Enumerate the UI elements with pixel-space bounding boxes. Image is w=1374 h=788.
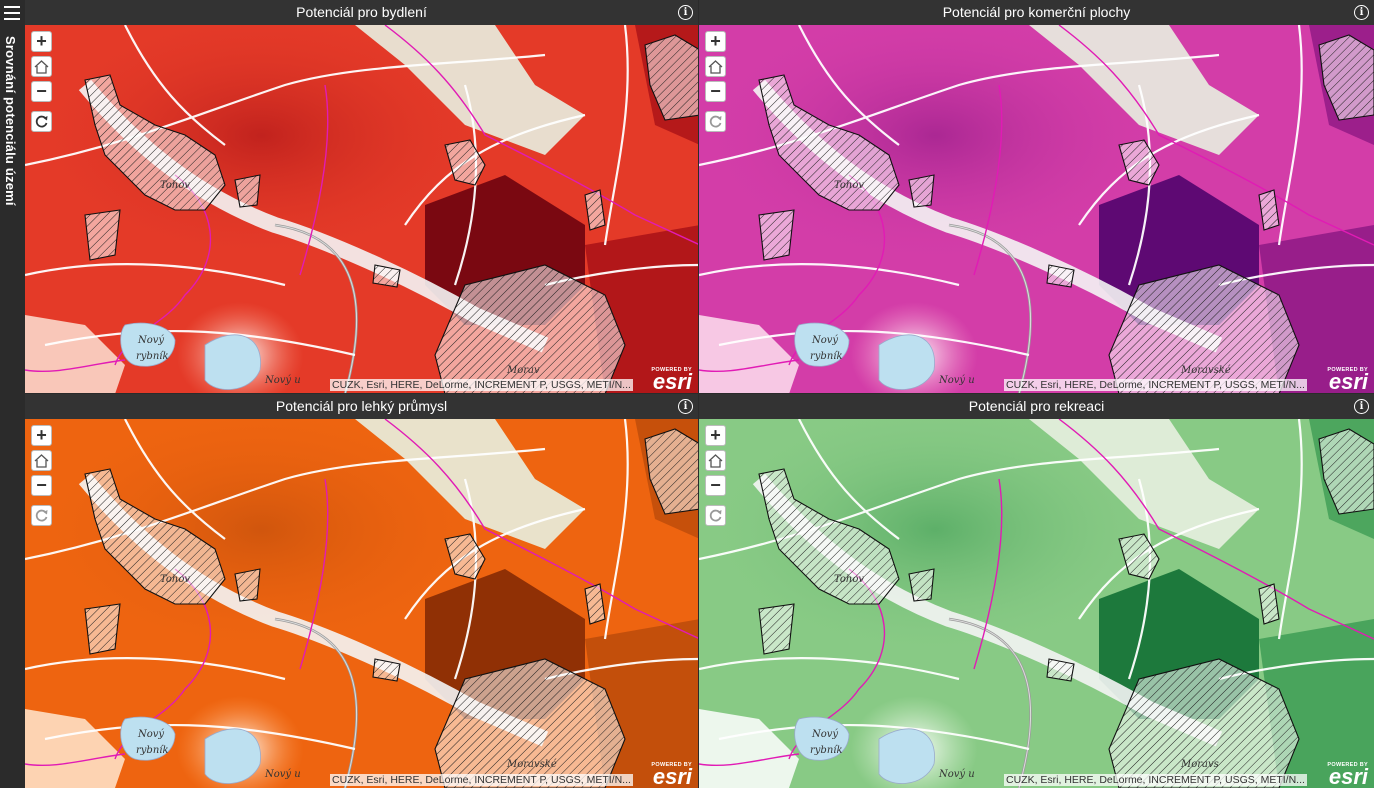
label-tohov: Tohov [834,180,864,191]
hamburger-icon[interactable] [4,6,20,20]
home-icon [708,453,723,468]
map-panel-green[interactable]: Potenciál pro rekreaci i Tohov Nový rybn… [699,394,1374,788]
esri-logo: POWERED BY esri [651,762,692,788]
zoom-out-button[interactable]: − [705,81,726,102]
zoom-in-button[interactable]: + [705,425,726,446]
map-attribution: CUZK, Esri, HERE, DeLorme, INCREMENT P, … [330,774,633,786]
label-tohov: Tohov [160,574,190,585]
zoom-controls: + − [31,425,52,500]
label-pond-1: Nový [811,729,838,740]
esri-logo: POWERED BY esri [1327,762,1368,788]
map-canvas[interactable]: Tohov Nový rybník Nový u Moravské [25,419,698,788]
label-town: Moravs [1180,759,1219,770]
home-button[interactable] [705,56,726,77]
info-icon[interactable]: i [678,399,693,414]
zoom-controls: + − [705,31,726,106]
home-icon [708,59,723,74]
sidebar-title: Srovnání potenciálu území [3,36,18,206]
refresh-icon [35,509,48,522]
home-button[interactable] [31,56,52,77]
refresh-button[interactable] [31,111,52,132]
label-town: Morav [506,365,540,376]
zoom-out-button[interactable]: − [705,475,726,496]
home-button[interactable] [31,450,52,471]
refresh-button[interactable] [705,505,726,526]
map-panel-purple[interactable]: Potenciál pro komerční plochy i Tohov No… [699,0,1374,393]
map-canvas[interactable]: Tohov Nový rybník Nový u Morav [25,25,698,393]
label-pond-2: rybník [136,745,169,756]
label-town: Moravské [506,759,557,770]
label-pond-3: Nový u [938,769,975,780]
info-icon[interactable]: i [678,5,693,20]
panel-title: Potenciál pro lehký průmysl [275,398,448,414]
panel-title: Potenciál pro bydlení [296,4,427,20]
refresh-icon [35,115,48,128]
zoom-in-button[interactable]: + [705,31,726,52]
label-pond-2: rybník [810,745,843,756]
label-town: Moravské [1180,365,1231,376]
label-pond-3: Nový u [264,375,301,386]
home-icon [34,59,49,74]
panel-title: Potenciál pro rekreaci [968,398,1105,414]
label-pond-2: rybník [136,351,169,362]
info-icon[interactable]: i [1354,5,1369,20]
map-panel-orange[interactable]: Potenciál pro lehký průmysl i Tohov Nový… [25,394,698,788]
panel-header: Potenciál pro rekreaci i [699,394,1374,419]
zoom-controls: + − [31,31,52,106]
map-attribution: CUZK, Esri, HERE, DeLorme, INCREMENT P, … [1004,379,1307,391]
refresh-icon [709,115,722,128]
zoom-in-button[interactable]: + [31,425,52,446]
panel-header: Potenciál pro bydlení i [25,0,698,25]
esri-logo: POWERED BY esri [651,367,692,393]
zoom-out-button[interactable]: − [31,81,52,102]
home-button[interactable] [705,450,726,471]
home-icon [34,453,49,468]
label-pond-1: Nový [137,335,164,346]
label-pond-1: Nový [137,729,164,740]
label-pond-3: Nový u [264,769,301,780]
sidebar: Srovnání potenciálu území [0,0,25,788]
label-pond-2: rybník [810,351,843,362]
zoom-controls: + − [705,425,726,500]
refresh-icon [709,509,722,522]
map-canvas[interactable]: Tohov Nový rybník Nový u Moravské [699,25,1374,393]
map-attribution: CUZK, Esri, HERE, DeLorme, INCREMENT P, … [1004,774,1307,786]
info-icon[interactable]: i [1354,399,1369,414]
map-attribution: CUZK, Esri, HERE, DeLorme, INCREMENT P, … [330,379,633,391]
map-panel-red[interactable]: Potenciál pro bydlení i Tohov Nový rybní… [25,0,698,393]
label-tohov: Tohov [834,574,864,585]
zoom-out-button[interactable]: − [31,475,52,496]
esri-logo: POWERED BY esri [1327,367,1368,393]
panel-title: Potenciál pro komerční plochy [942,4,1131,20]
panel-header: Potenciál pro komerční plochy i [699,0,1374,25]
panel-header: Potenciál pro lehký průmysl i [25,394,698,419]
refresh-button[interactable] [31,505,52,526]
refresh-button[interactable] [705,111,726,132]
label-tohov: Tohov [160,180,190,191]
label-pond-1: Nový [811,335,838,346]
zoom-in-button[interactable]: + [31,31,52,52]
label-pond-3: Nový u [938,375,975,386]
map-canvas[interactable]: Tohov Nový rybník Nový u Moravs [699,419,1374,788]
